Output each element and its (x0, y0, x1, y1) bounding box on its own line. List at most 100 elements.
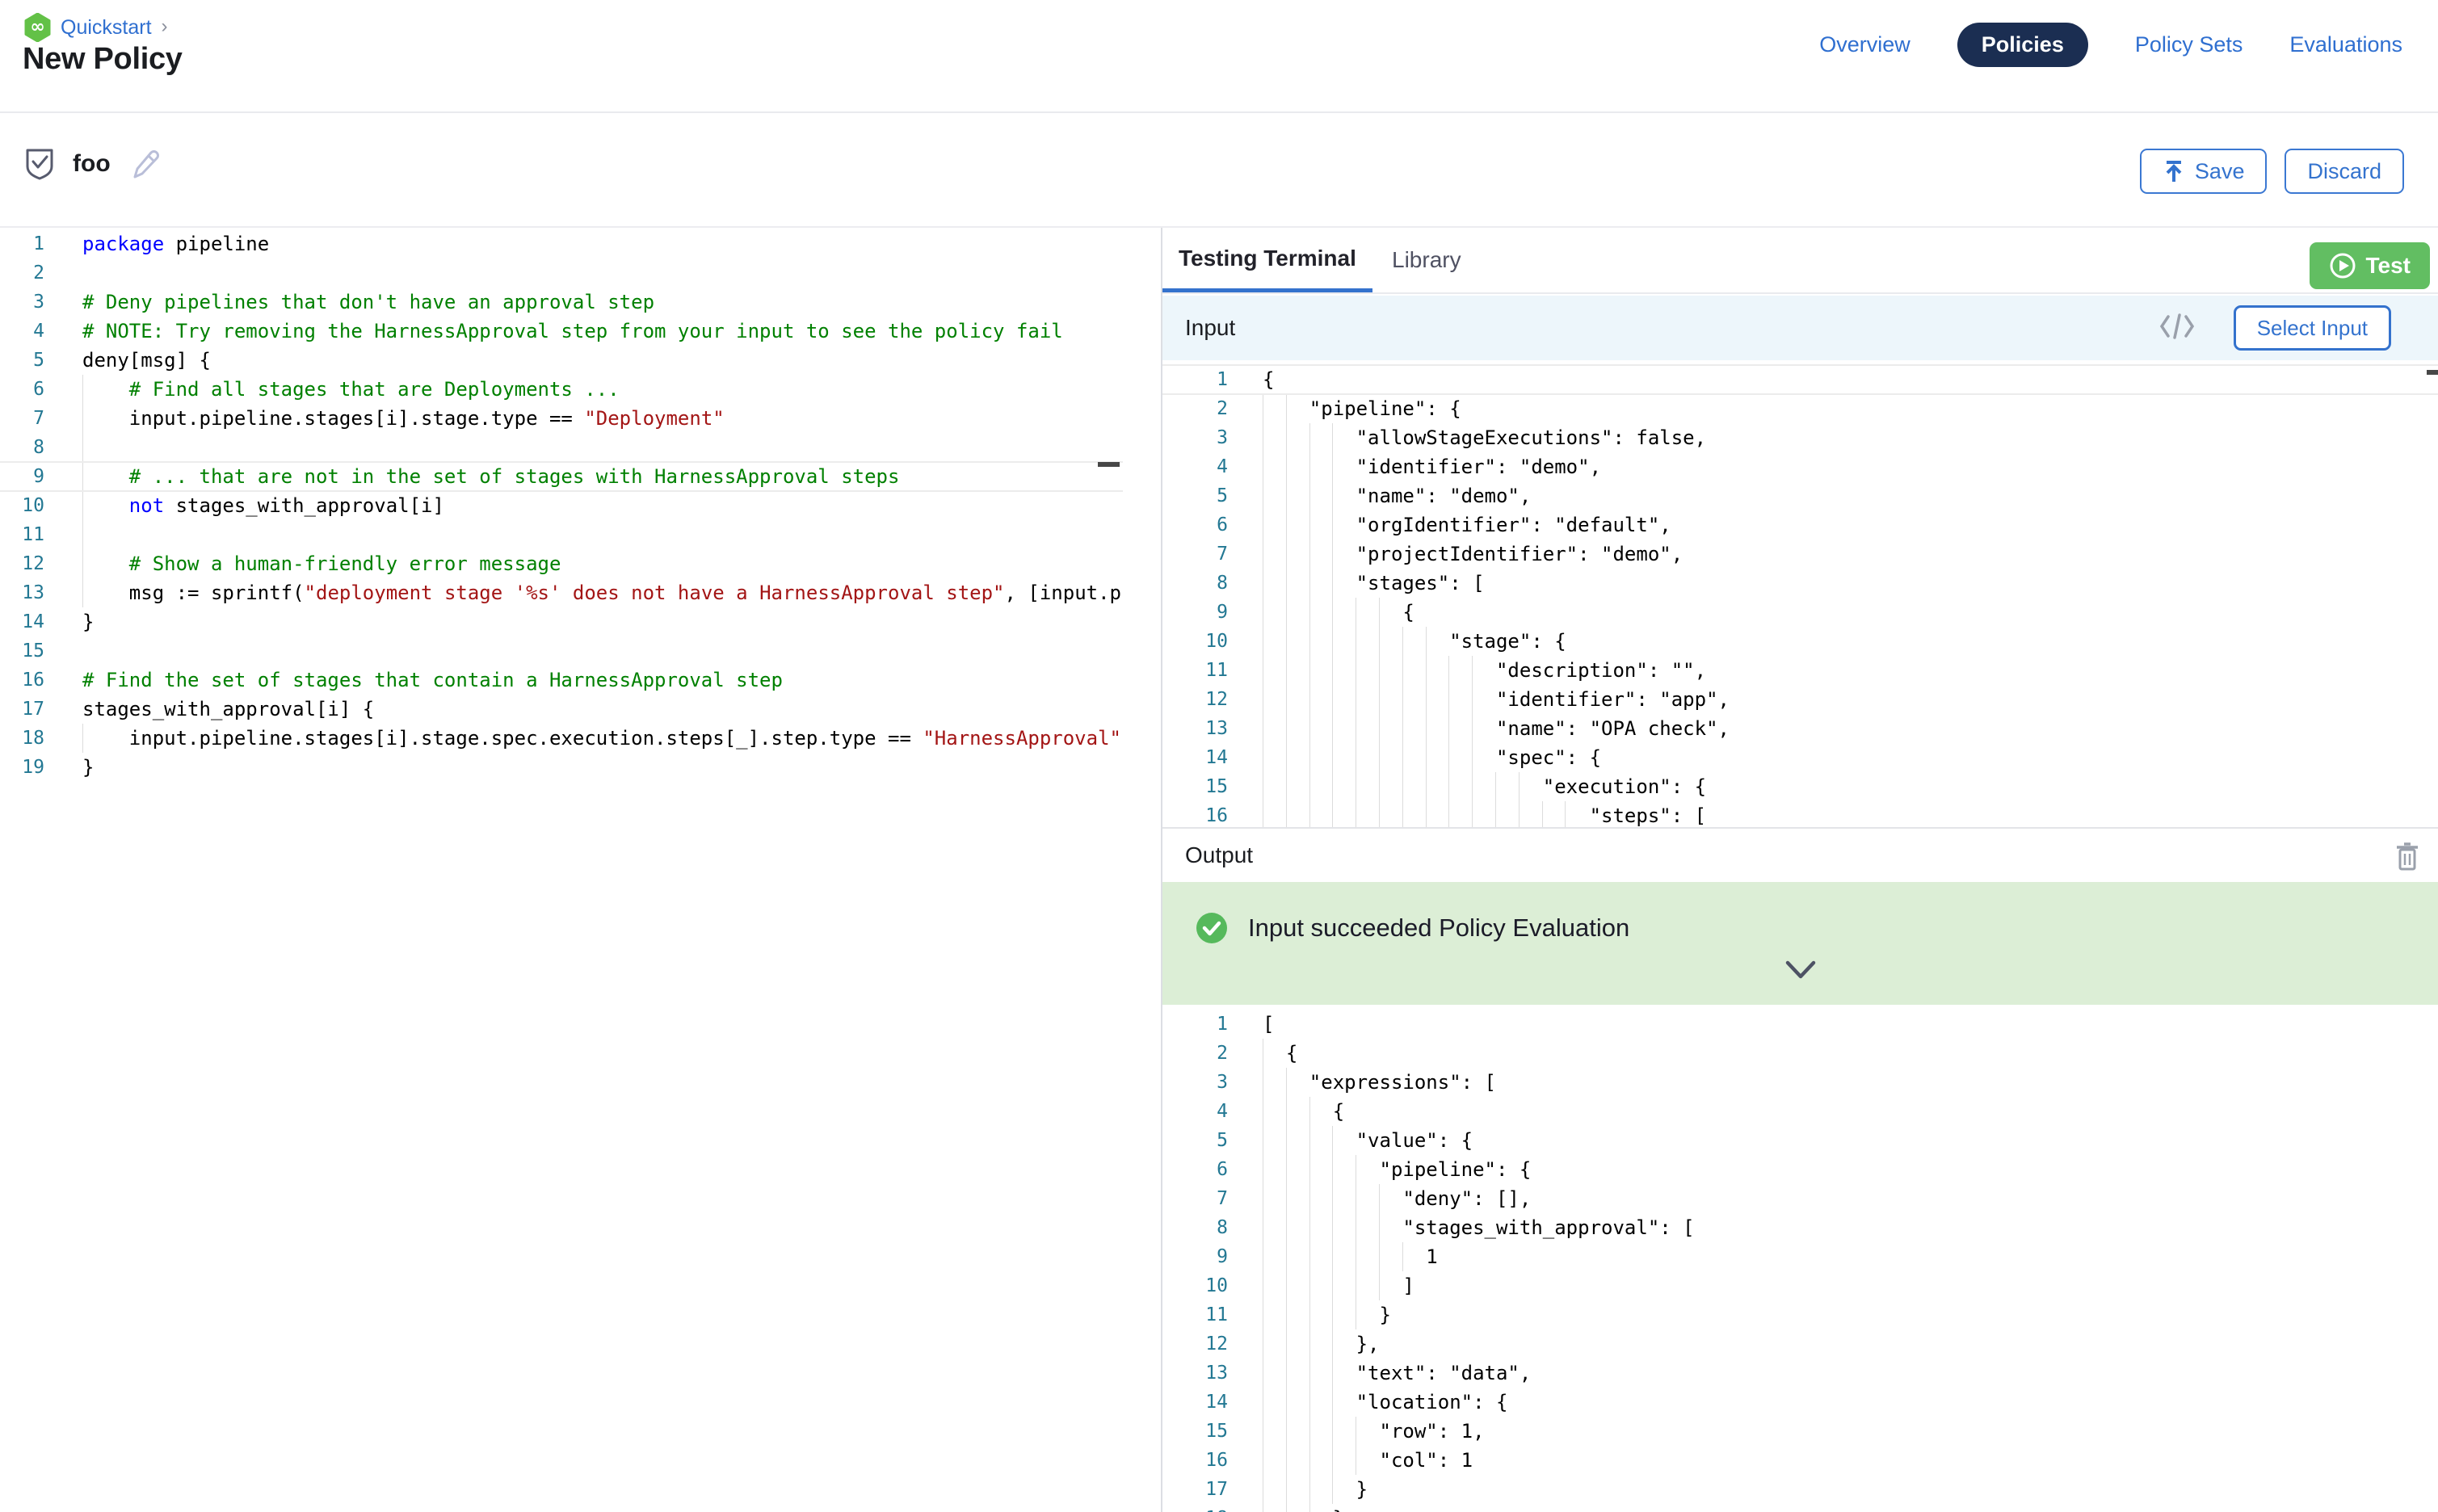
code-line[interactable]: 6 "pipeline": { (1162, 1155, 2438, 1184)
code-line[interactable]: 11 } (1162, 1300, 2438, 1329)
breadcrumb-project-link[interactable]: Quickstart (61, 16, 152, 40)
code-line[interactable]: 18 } (1162, 1504, 2438, 1512)
code-text: } (1263, 1504, 1344, 1512)
code-text: "description": "", (1263, 656, 1706, 685)
code-line[interactable]: 12 # Show a human-friendly error message (0, 549, 1123, 578)
tab-library[interactable]: Library (1392, 228, 1461, 292)
chevron-down-icon[interactable] (1783, 960, 1818, 985)
code-line[interactable]: 11 (0, 520, 1123, 549)
code-line[interactable]: 3 "expressions": [ (1162, 1068, 2438, 1097)
code-line[interactable]: 8 "stages_with_approval": [ (1162, 1213, 2438, 1242)
code-line[interactable]: 10 not stages_with_approval[i] (0, 491, 1123, 520)
line-number: 2 (1162, 394, 1228, 423)
code-line[interactable]: 10 ] (1162, 1271, 2438, 1300)
code-line[interactable]: 6 # Find all stages that are Deployments… (0, 375, 1123, 404)
code-line[interactable]: 7 input.pipeline.stages[i].stage.type ==… (0, 404, 1123, 433)
code-line[interactable]: 7 "deny": [], (1162, 1184, 2438, 1213)
line-number: 17 (1162, 1475, 1228, 1504)
trash-icon[interactable] (2394, 841, 2420, 874)
code-line[interactable]: 1{ (1162, 365, 2438, 394)
code-line[interactable]: 10 "stage": { (1162, 627, 2438, 656)
line-number: 17 (0, 695, 44, 724)
code-line[interactable]: 2 (0, 258, 1123, 288)
nav-tab-evaluations[interactable]: Evaluations (2289, 32, 2402, 57)
code-line[interactable]: 5deny[msg] { (0, 346, 1123, 375)
code-line[interactable]: 11 "description": "", (1162, 656, 2438, 685)
code-text: "execution": { (1263, 772, 1706, 801)
output-json-editor[interactable]: 1[2 {3 "expressions": [4 {5 "value": {6 … (1162, 1005, 2438, 1512)
code-text: } (82, 753, 94, 782)
line-number: 8 (1162, 1213, 1228, 1242)
code-line[interactable]: 2 { (1162, 1039, 2438, 1068)
line-number: 10 (1162, 627, 1228, 656)
code-line[interactable]: 14} (0, 607, 1123, 636)
code-text: "row": 1, (1263, 1417, 1485, 1446)
code-line[interactable]: 3# Deny pipelines that don't have an app… (0, 288, 1123, 317)
line-number: 16 (1162, 801, 1228, 827)
code-line[interactable]: 16# Find the set of stages that contain … (0, 666, 1123, 695)
code-line[interactable]: 9 # ... that are not in the set of stage… (0, 462, 1123, 491)
line-number: 7 (0, 404, 44, 433)
code-text: ] (1263, 1271, 1414, 1300)
code-text (82, 433, 129, 462)
code-line[interactable]: 4 "identifier": "demo", (1162, 452, 2438, 481)
code-line[interactable]: 2 "pipeline": { (1162, 394, 2438, 423)
line-number: 10 (1162, 1271, 1228, 1300)
code-line[interactable]: 5 "name": "demo", (1162, 481, 2438, 510)
code-line[interactable]: 4# NOTE: Try removing the HarnessApprova… (0, 317, 1123, 346)
code-line[interactable]: 13 msg := sprintf("deployment stage '%s'… (0, 578, 1123, 607)
code-line[interactable]: 4 { (1162, 1097, 2438, 1126)
code-line[interactable]: 13 "name": "OPA check", (1162, 714, 2438, 743)
code-line[interactable]: 8 "stages": [ (1162, 569, 2438, 598)
code-text: "deny": [], (1263, 1184, 1531, 1213)
nav-tab-overview[interactable]: Overview (1819, 32, 1910, 57)
code-line[interactable]: 14 "location": { (1162, 1388, 2438, 1417)
success-check-icon (1195, 911, 1229, 945)
code-line[interactable]: 13 "text": "data", (1162, 1359, 2438, 1388)
code-text: [ (1263, 1010, 1274, 1039)
code-line[interactable]: 19} (0, 753, 1123, 782)
policy-code-editor[interactable]: 1package pipeline23# Deny pipelines that… (0, 229, 1123, 1512)
code-line[interactable]: 8 (0, 433, 1123, 462)
code-line[interactable]: 12 "identifier": "app", (1162, 685, 2438, 714)
line-number: 8 (0, 433, 44, 462)
code-line[interactable]: 12 }, (1162, 1329, 2438, 1359)
nav-tab-policies[interactable]: Policies (1957, 23, 2088, 67)
code-line[interactable]: 15 (0, 636, 1123, 666)
code-line[interactable]: 17stages_with_approval[i] { (0, 695, 1123, 724)
code-line[interactable]: 17 } (1162, 1475, 2438, 1504)
code-line[interactable]: 16 "col": 1 (1162, 1446, 2438, 1475)
test-button[interactable]: Test (2310, 242, 2431, 289)
save-button[interactable]: Save (2140, 149, 2268, 194)
select-input-button[interactable]: Select Input (2234, 305, 2391, 351)
line-number: 1 (1162, 365, 1228, 394)
testing-panel: Testing Terminal Library Test Input (1162, 228, 2438, 1512)
code-line[interactable]: 15 "execution": { (1162, 772, 2438, 801)
code-text: "stages": [ (1263, 569, 1485, 598)
code-line[interactable]: 16 "steps": [ (1162, 801, 2438, 827)
code-line[interactable]: 9 { (1162, 598, 2438, 627)
edit-pencil-icon[interactable] (128, 148, 161, 180)
code-line[interactable]: 18 input.pipeline.stages[i].stage.spec.e… (0, 724, 1123, 753)
line-number: 6 (1162, 510, 1228, 540)
code-line[interactable]: 14 "spec": { (1162, 743, 2438, 772)
code-line[interactable]: 6 "orgIdentifier": "default", (1162, 510, 2438, 540)
input-json-editor[interactable]: 1{2 "pipeline": {3 "allowStageExecutions… (1162, 362, 2438, 827)
code-text: "name": "demo", (1263, 481, 1531, 510)
nav-tab-policy-sets[interactable]: Policy Sets (2135, 32, 2243, 57)
code-line[interactable]: 1[ (1162, 1010, 2438, 1039)
code-text: "text": "data", (1263, 1359, 1531, 1388)
testing-panel-tabs: Testing Terminal Library Test (1162, 228, 2438, 294)
code-line[interactable]: 9 1 (1162, 1242, 2438, 1271)
tab-testing-terminal[interactable]: Testing Terminal (1162, 228, 1372, 292)
line-number: 16 (0, 666, 44, 695)
code-line[interactable]: 3 "allowStageExecutions": false, (1162, 423, 2438, 452)
code-line[interactable]: 7 "projectIdentifier": "demo", (1162, 540, 2438, 569)
code-line[interactable]: 5 "value": { (1162, 1126, 2438, 1155)
code-line[interactable]: 15 "row": 1, (1162, 1417, 2438, 1446)
line-number: 18 (0, 724, 44, 753)
code-line[interactable]: 1package pipeline (0, 229, 1123, 258)
code-brackets-icon[interactable] (2158, 310, 2196, 346)
code-text: }, (1263, 1329, 1380, 1359)
discard-button[interactable]: Discard (2285, 149, 2404, 194)
